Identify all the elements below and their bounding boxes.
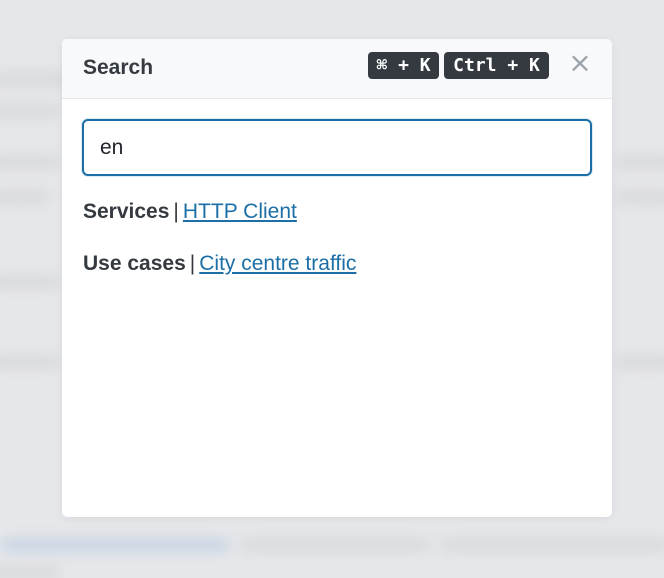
result-link-http-client[interactable]: HTTP Client <box>183 200 297 223</box>
close-icon[interactable]: × <box>567 49 593 77</box>
search-input[interactable] <box>82 119 592 176</box>
result-separator: | <box>173 200 179 223</box>
shortcut-mac-badge: ⌘ + K <box>368 52 439 79</box>
result-category: Services <box>83 200 170 223</box>
result-category: Use cases <box>83 252 186 275</box>
shortcut-win-badge: Ctrl + K <box>444 52 549 79</box>
result-link-city-centre-traffic[interactable]: City centre traffic <box>199 252 356 275</box>
modal-header: Search ⌘ + K Ctrl + K × <box>62 39 612 99</box>
search-result: Use cases | City centre traffic <box>83 252 356 276</box>
search-result: Services | HTTP Client <box>83 200 297 224</box>
result-separator: | <box>189 252 196 275</box>
search-modal: Search ⌘ + K Ctrl + K × Services|HTTP Cl… <box>62 39 612 517</box>
modal-title: Search <box>83 56 154 79</box>
